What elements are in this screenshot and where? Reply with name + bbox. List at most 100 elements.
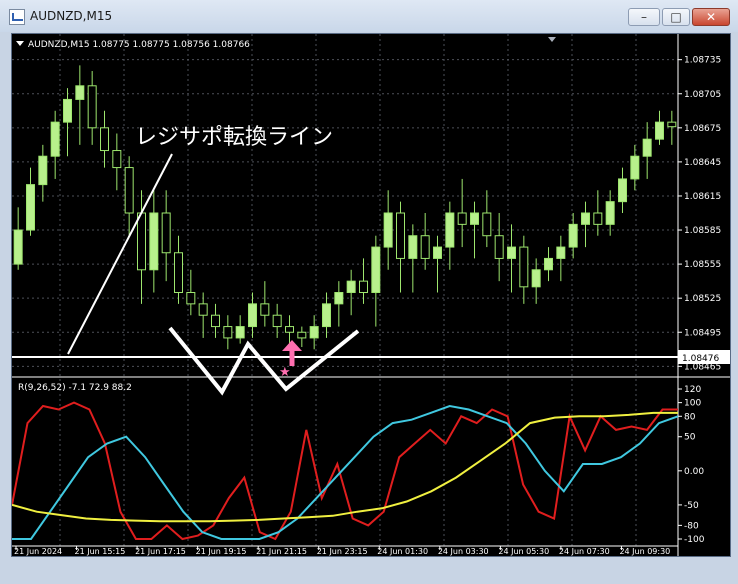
annotation-text: レジサポ転換ライン [135,125,333,150]
minimize-button[interactable]: – [628,8,660,26]
candle-body [260,303,270,316]
candle-body [618,178,627,203]
candle-body [13,229,23,265]
candle-body [50,121,60,157]
time-label: 24 Jun 09:30 [619,547,670,556]
close-button[interactable]: ✕ [692,8,730,26]
candle-body [235,326,245,339]
close-icon: ✕ [705,10,717,24]
candle-body [605,201,615,225]
price-chart[interactable]: 1.08476 レジサポ転換ライン ★ AUDNZD,M15 1.08775 1… [11,34,730,556]
price-tick-label: 1.08645 [684,158,721,168]
candle-body [519,246,529,288]
maximize-icon: □ [670,10,682,24]
window-title: AUDNZD,M15 [30,9,113,23]
candle-body [655,121,664,140]
window-footer [0,557,738,584]
candle-body [309,326,319,339]
candle-body [112,150,122,169]
price-tick-label: 1.08525 [684,294,721,304]
candle-body [667,121,677,128]
candle-body [457,212,467,225]
candle-body [334,292,344,305]
time-axis: 21 Jun 2024 21 Jun 15:15 21 Jun 17:15 21 Ju… [14,546,670,556]
chart-window-icon [9,9,25,25]
time-label: 24 Jun 03:30 [438,547,489,556]
candle-body [211,314,220,328]
time-label: 24 Jun 07:30 [559,547,610,556]
candle-body [420,235,430,259]
candle-body [593,212,603,225]
indicator-tick-label: 120 [684,385,701,395]
candle-body [630,155,640,180]
candle-body [87,85,97,129]
candle-body [494,235,504,259]
window-titlebar[interactable]: AUDNZD,M15 – □ ✕ [0,0,738,32]
candle-body [322,303,331,328]
candle-body [408,235,418,259]
candle-body [285,326,294,333]
candle-body [186,292,196,305]
indicator-tick-label: -100 [684,535,705,545]
candle-body [100,127,109,152]
indicator-tick-label: 50 [684,433,696,443]
time-label: 21 Jun 23:15 [317,547,368,556]
time-label: 21 Jun 19:15 [196,547,247,556]
candle-body [223,326,233,339]
candle-body [371,246,381,293]
candle-body [568,223,578,248]
candle-body [581,212,590,225]
chart-background [12,34,730,556]
candle-body [531,269,541,288]
candle-body [248,303,257,328]
candle-body [556,246,566,259]
candle-body [433,246,442,259]
time-label: 21 Jun 15:15 [75,547,126,556]
candle-body [174,252,183,293]
time-label: 21 Jun 2024 [14,547,62,556]
price-tick-label: 1.08735 [684,56,721,66]
indicator-tick-label: 0.00 [684,467,704,477]
price-tick-label: 1.08675 [684,124,721,134]
minimize-icon: – [641,10,647,24]
candle-body [544,257,553,271]
time-label: 24 Jun 01:30 [377,547,428,556]
candle-body [383,212,393,248]
indicator-tick-label: 80 [684,412,696,422]
candle-body [482,212,492,237]
indicator-tick-label: -80 [684,521,699,531]
candle-body [359,280,368,293]
indicator-tick-label: 100 [684,399,701,409]
chart-area[interactable]: 1.08476 レジサポ転換ライン ★ AUDNZD,M15 1.08775 1… [11,33,731,557]
candle-body [396,212,405,259]
price-tick-label: 1.08585 [684,226,721,236]
indicator-tick-label: -50 [684,501,699,511]
star-icon: ★ [279,365,291,380]
candle-body [272,314,282,328]
symbol-info: AUDNZD,M15 1.08775 1.08775 1.08756 1.087… [28,40,250,50]
candle-body [346,280,356,293]
time-label: 21 Jun 21:15 [256,547,307,556]
maximize-button[interactable]: □ [662,8,690,26]
candle-body [642,138,652,157]
candle-body [38,155,48,186]
time-label: 24 Jun 05:30 [498,547,549,556]
candle-body [75,85,85,100]
price-tick-label: 1.08495 [684,328,721,338]
price-tick-label: 1.08615 [684,192,721,202]
candle-body [445,212,455,248]
price-tick-label: 1.08465 [684,362,721,372]
candle-body [26,184,35,231]
price-tick-label: 1.08555 [684,260,721,270]
time-label: 21 Jun 17:15 [135,547,186,556]
candle-body [470,212,479,225]
candle-body [161,212,171,254]
indicator-label: R(9,26,52) -7.1 72.9 88.2 [18,383,132,393]
price-tick-label: 1.08705 [684,90,721,100]
terminal-window: AUDNZD,M15 – □ ✕ 1.08476 レジサポ転換ライン ★ AUD… [0,0,738,584]
candle-body [198,303,208,316]
candle-body [297,331,307,339]
candle-body [124,167,134,214]
candle-body [137,212,146,271]
candle-body [63,98,72,123]
